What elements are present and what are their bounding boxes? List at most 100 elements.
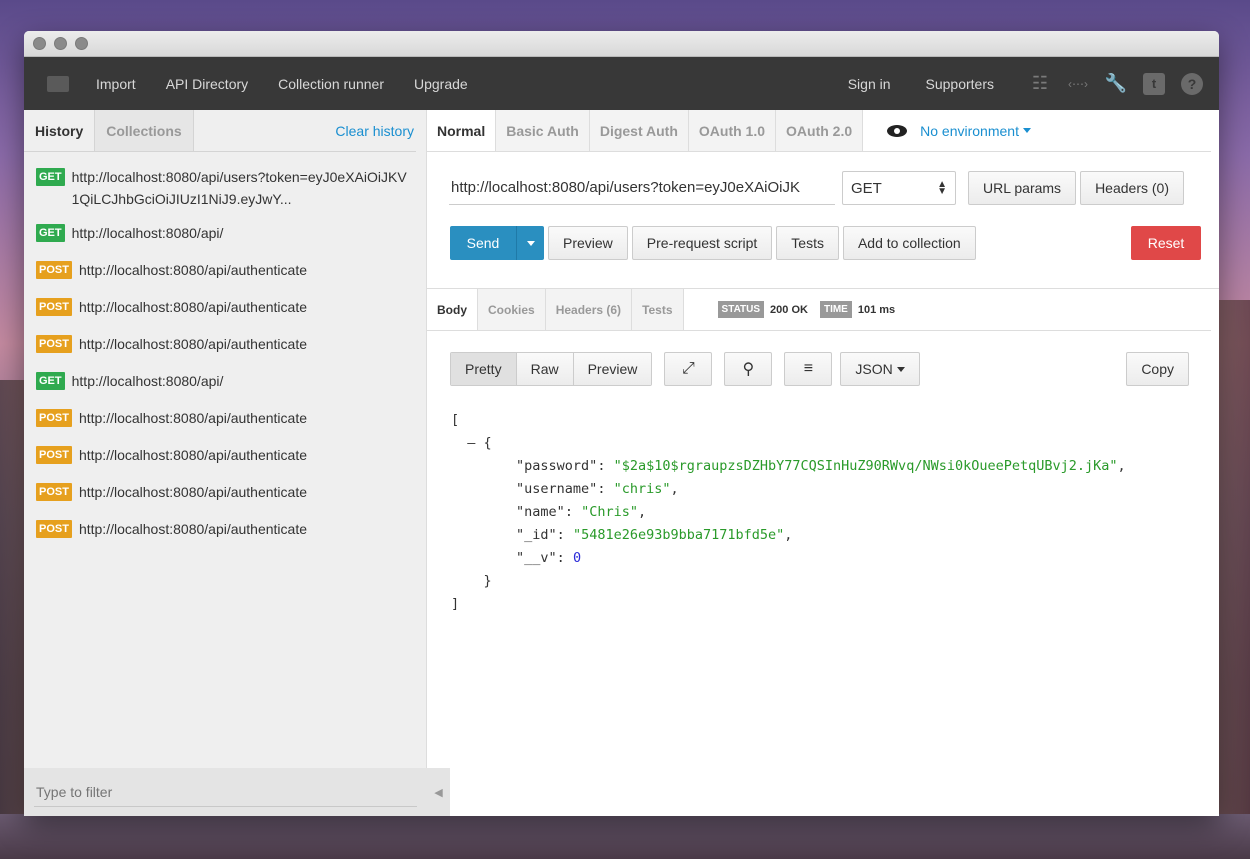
top-navbar: Import API Directory Collection runner U… xyxy=(24,57,1219,110)
supporters-link[interactable]: Supporters xyxy=(926,76,994,92)
history-url: http://localhost:8080/api/authenticate xyxy=(78,262,308,278)
preview-button[interactable]: Preview xyxy=(548,226,628,260)
time-value: 101 ms xyxy=(857,303,896,316)
nav-collection-runner[interactable]: Collection runner xyxy=(278,76,384,92)
tab-history[interactable]: History xyxy=(24,110,96,151)
history-item[interactable]: POST http://localhost:8080/api/authentic… xyxy=(24,518,426,540)
minimize-window-button[interactable] xyxy=(54,37,67,50)
reset-button[interactable]: Reset xyxy=(1131,226,1201,260)
wrench-icon[interactable]: 🔧 xyxy=(1105,73,1127,95)
method-select[interactable]: GET ▲ ▼ xyxy=(842,171,956,205)
pretty-button[interactable]: Pretty xyxy=(451,353,517,385)
url-input[interactable] xyxy=(449,171,835,205)
format-dropdown[interactable]: JSON xyxy=(840,352,920,386)
method-badge: POST xyxy=(36,261,72,279)
tab-basic-auth[interactable]: Basic Auth xyxy=(496,110,590,151)
fullscreen-icon[interactable]: ⤢ xyxy=(664,352,713,386)
tab-tests[interactable]: Tests xyxy=(632,289,684,330)
history-item[interactable]: GET http://localhost:8080/api/ xyxy=(24,222,426,244)
tab-digest-auth[interactable]: Digest Auth xyxy=(589,110,689,151)
history-url: http://localhost:8080/api/authenticate xyxy=(78,299,308,315)
sidebar-toggle-icon[interactable] xyxy=(47,75,69,92)
tab-headers[interactable]: Headers (6) xyxy=(545,289,633,330)
prerequest-script-button[interactable]: Pre-request script xyxy=(631,226,773,260)
history-item[interactable]: POST http://localhost:8080/api/authentic… xyxy=(24,259,426,281)
filter-input[interactable] xyxy=(34,777,417,807)
send-button[interactable]: Send xyxy=(450,226,516,260)
environment-selector[interactable]: No environment xyxy=(887,110,1031,151)
tab-body[interactable]: Body xyxy=(427,289,478,330)
json-username: chris xyxy=(621,481,663,497)
close-window-button[interactable] xyxy=(33,37,46,50)
environment-label: No environment xyxy=(920,122,1019,139)
json-password: $2a$10$rgraupzsDZHbY77CQSInHuZ90RWvq/NWs… xyxy=(621,458,1110,474)
json-line: ] xyxy=(451,596,460,612)
history-item[interactable]: GET http://localhost:8080/api/ xyxy=(24,370,426,392)
status-badge: STATUS xyxy=(717,301,765,318)
preview-mode-button[interactable]: Preview xyxy=(573,353,652,385)
request-url-row: GET ▲▼ URL params Headers (0) xyxy=(427,152,1219,210)
history-url: http://localhost:8080/api/authenticate xyxy=(78,521,308,537)
chevron-down-icon xyxy=(896,366,905,372)
method-badge: GET xyxy=(36,372,65,390)
send-group: Send xyxy=(450,226,544,260)
history-item[interactable]: POST http://localhost:8080/api/authentic… xyxy=(24,444,426,466)
history-item[interactable]: POST http://localhost:8080/api/authentic… xyxy=(24,333,426,355)
clear-history-link[interactable]: Clear history xyxy=(335,110,416,151)
chevron-down-icon xyxy=(526,240,535,246)
history-item[interactable]: POST http://localhost:8080/api/authentic… xyxy=(24,296,426,318)
nav-upgrade[interactable]: Upgrade xyxy=(414,76,468,92)
wrap-lines-icon[interactable]: ≡ xyxy=(784,352,833,386)
sign-in-link[interactable]: Sign in xyxy=(848,76,891,92)
time-badge: TIME xyxy=(819,301,852,318)
sidebar: History Collections Clear history GET ht… xyxy=(24,110,450,816)
proxy-arrows-icon[interactable]: ‹⋯› xyxy=(1067,73,1089,95)
app-window: Import API Directory Collection runner U… xyxy=(24,31,1219,816)
action-row: Send Preview Pre-request script Tests Ad… xyxy=(427,210,1219,266)
copy-button[interactable]: Copy xyxy=(1126,352,1189,386)
sidebar-tabs: History Collections Clear history xyxy=(24,110,416,152)
json-line: "password": "$2a$10$rgraupzsDZHbY77CQSIn… xyxy=(516,458,1126,474)
nav-import[interactable]: Import xyxy=(96,76,136,92)
json-v: 0 xyxy=(572,550,582,566)
main-panel: Normal Basic Auth Digest Auth OAuth 1.0 … xyxy=(427,110,1219,816)
history-list: GET http://localhost:8080/api/users?toke… xyxy=(24,152,426,540)
url-params-button[interactable]: URL params xyxy=(968,171,1077,205)
history-item[interactable]: GET http://localhost:8080/api/users?toke… xyxy=(24,166,426,210)
tab-oauth2[interactable]: OAuth 2.0 xyxy=(776,110,864,151)
history-url: http://localhost:8080/api/authenticate xyxy=(78,447,308,463)
method-select-value: GET xyxy=(851,179,882,197)
json-name: Chris xyxy=(589,504,630,520)
method-badge: POST xyxy=(36,446,72,464)
add-to-collection-button[interactable]: Add to collection xyxy=(842,226,976,260)
headers-button[interactable]: Headers (0) xyxy=(1080,171,1184,205)
send-dropdown-button[interactable] xyxy=(516,226,544,260)
history-url: http://localhost:8080/api/users?token=ey… xyxy=(71,169,407,207)
history-url: http://localhost:8080/api/ xyxy=(71,373,224,389)
interceptor-icon[interactable]: ☷ xyxy=(1029,73,1051,95)
tab-normal[interactable]: Normal xyxy=(427,110,497,151)
tab-oauth1[interactable]: OAuth 1.0 xyxy=(688,110,777,151)
auth-tabs: Normal Basic Auth Digest Auth OAuth 1.0 … xyxy=(427,110,1211,152)
search-icon[interactable]: ⚲ xyxy=(724,352,773,386)
eye-icon[interactable] xyxy=(887,124,908,137)
json-line: "__v": 0 xyxy=(516,550,582,566)
method-badge: POST xyxy=(36,335,72,353)
zoom-window-button[interactable] xyxy=(75,37,88,50)
twitter-icon[interactable]: t xyxy=(1143,72,1165,95)
history-url: http://localhost:8080/api/authenticate xyxy=(78,410,308,426)
method-badge: POST xyxy=(36,298,72,316)
json-line: "name": "Chris", xyxy=(516,504,647,520)
help-icon[interactable]: ? xyxy=(1181,72,1203,95)
tab-collections[interactable]: Collections xyxy=(95,110,194,151)
response-tabs: Body Cookies Headers (6) Tests STATUS 20… xyxy=(427,289,1211,331)
method-badge: POST xyxy=(36,520,72,538)
json-line: } xyxy=(451,573,492,589)
history-item[interactable]: POST http://localhost:8080/api/authentic… xyxy=(24,407,426,429)
nav-api-directory[interactable]: API Directory xyxy=(166,76,248,92)
tests-button[interactable]: Tests xyxy=(776,226,839,260)
tab-cookies[interactable]: Cookies xyxy=(478,289,546,330)
method-badge: GET xyxy=(36,168,65,186)
history-item[interactable]: POST http://localhost:8080/api/authentic… xyxy=(24,481,426,503)
raw-button[interactable]: Raw xyxy=(516,353,574,385)
